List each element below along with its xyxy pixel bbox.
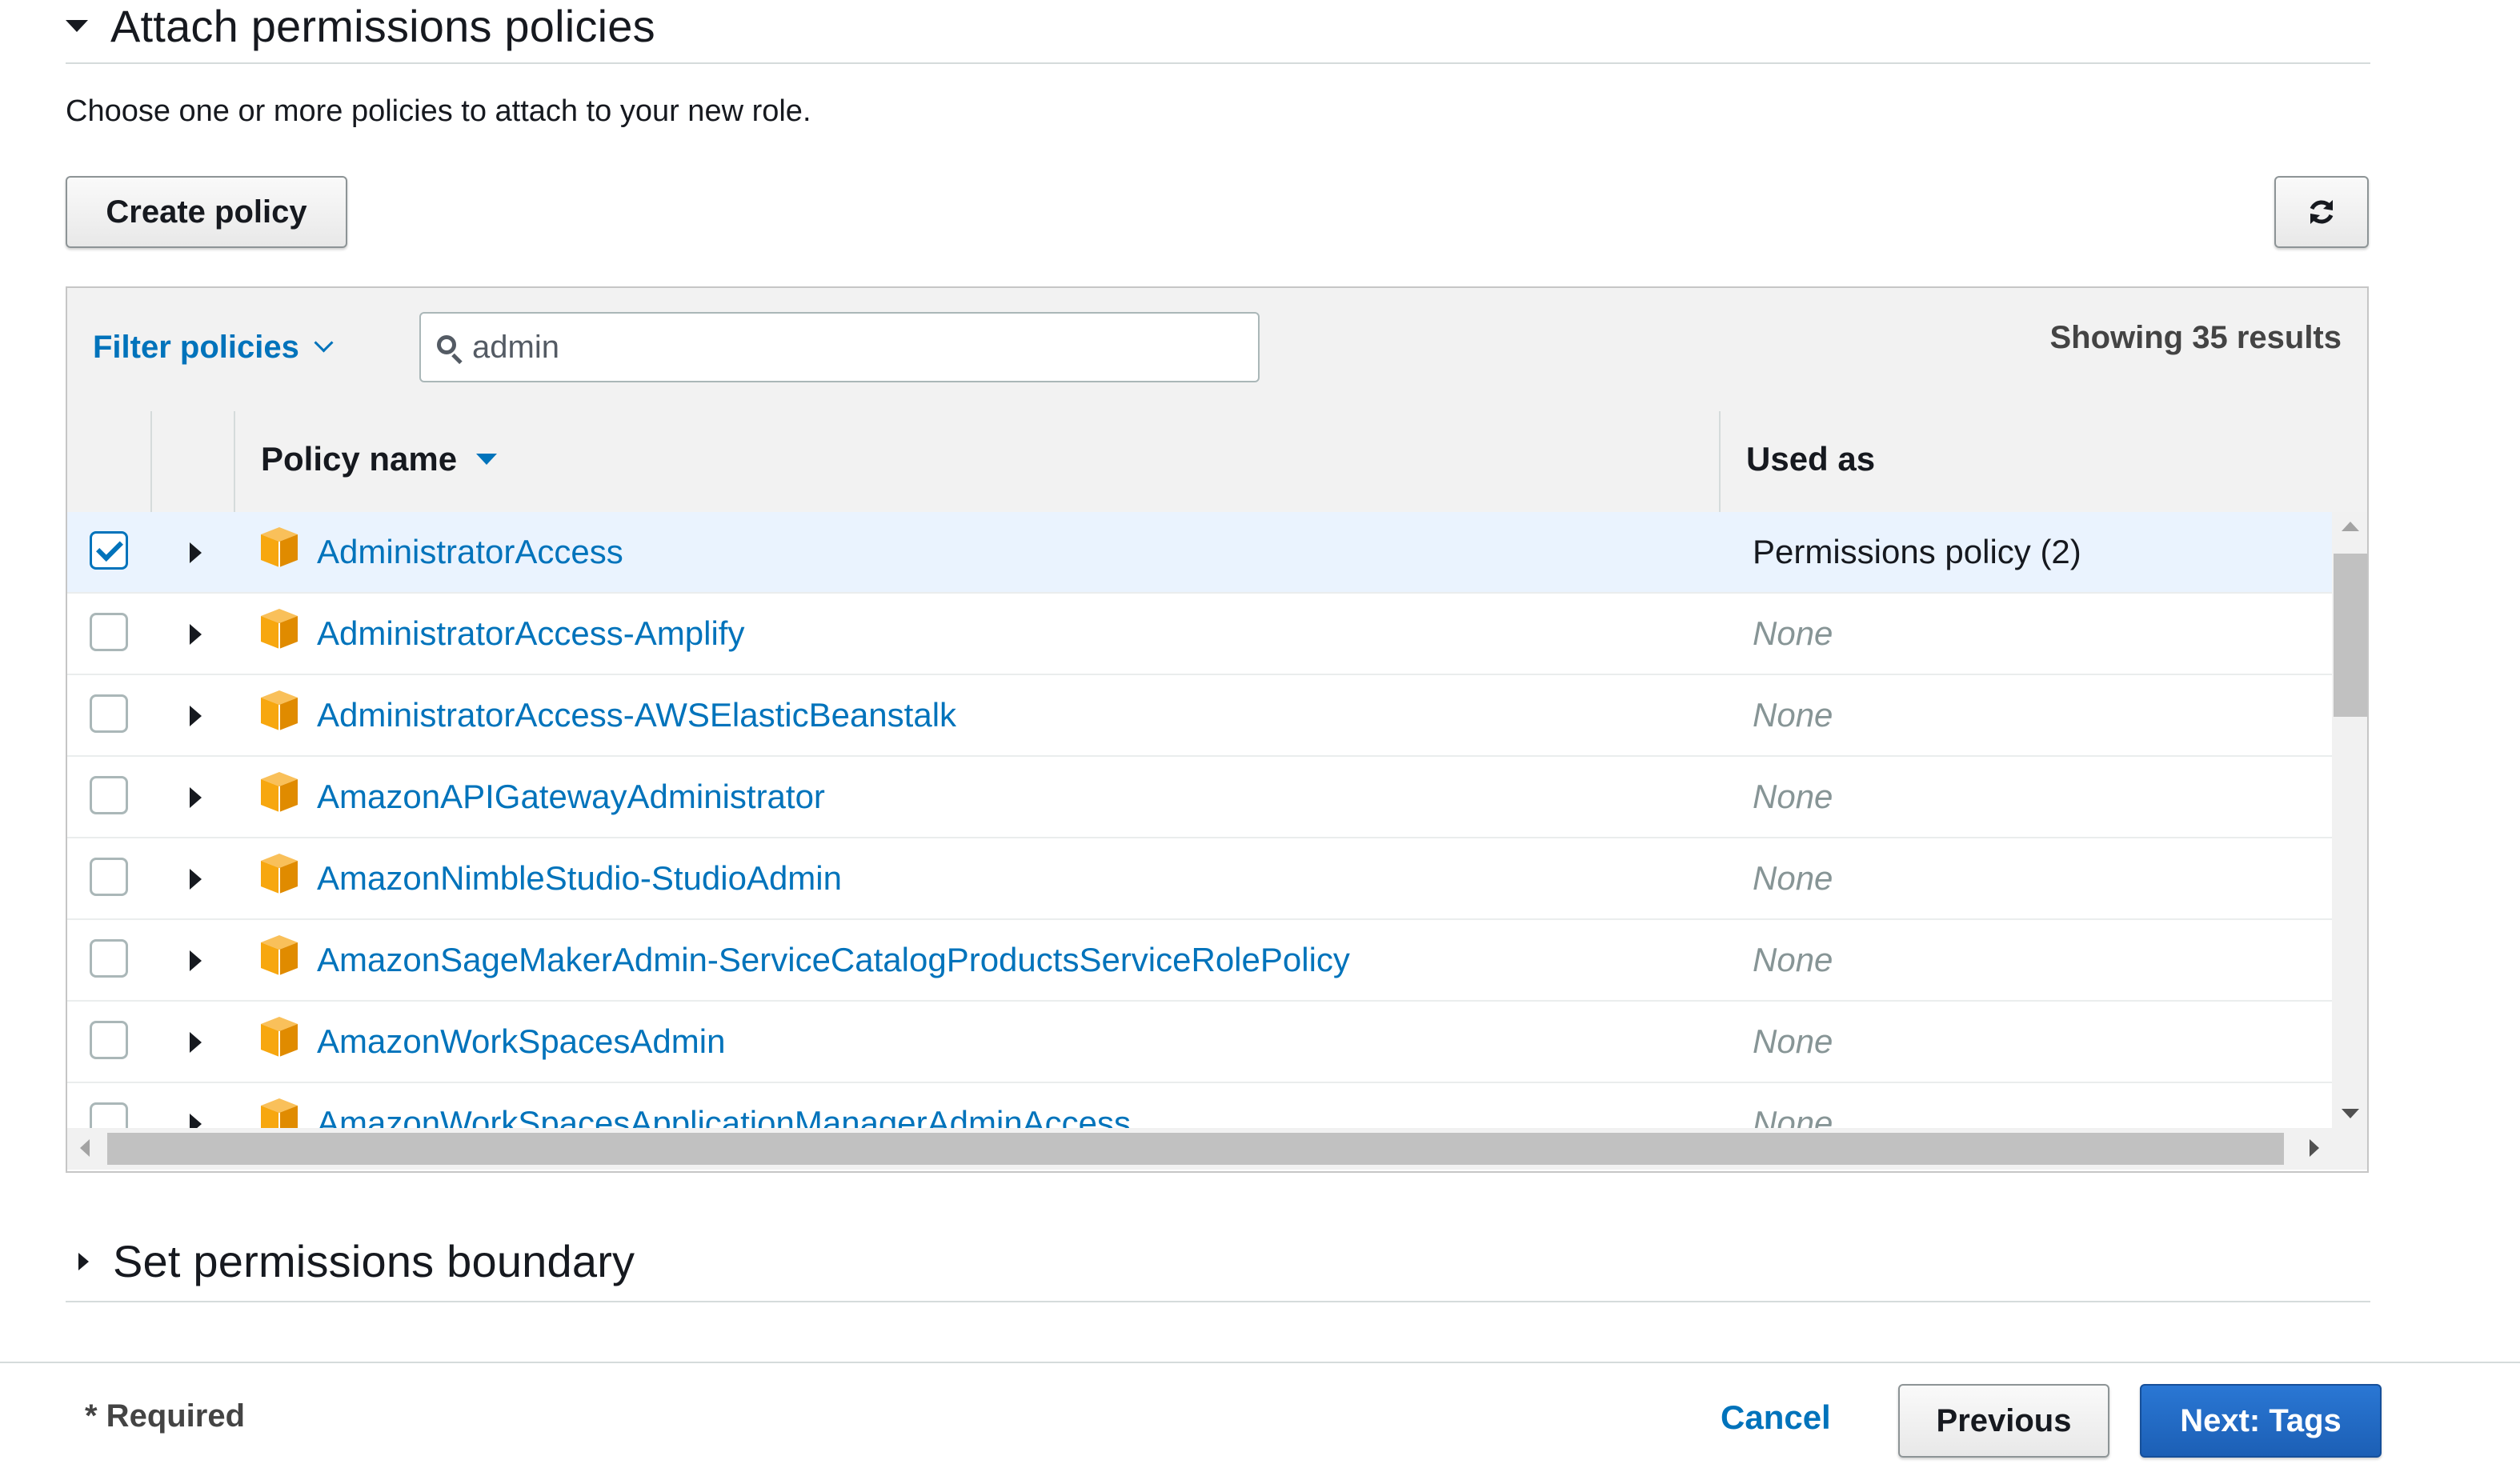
column-header-label: Policy name: [261, 440, 458, 478]
policy-name-link[interactable]: AmazonWorkSpacesApplicationManagerAdminA…: [317, 1104, 1131, 1128]
policies-table: Filter policies admin Showing 35 results…: [66, 286, 2369, 1173]
filter-policies-label: Filter policies: [93, 330, 299, 365]
policy-name-link[interactable]: AmazonSageMakerAdmin-ServiceCatalogProdu…: [317, 941, 1350, 979]
section-description: Choose one or more policies to attach to…: [66, 94, 811, 128]
expand-row-icon[interactable]: [190, 542, 202, 563]
create-policy-button[interactable]: Create policy: [66, 176, 347, 248]
row-checkbox[interactable]: [90, 776, 128, 814]
row-checkbox[interactable]: [90, 531, 128, 570]
policy-package-icon: [261, 854, 298, 894]
table-row[interactable]: AdministratorAccess-Amplify None: [67, 594, 2332, 675]
policy-package-icon: [261, 690, 298, 730]
policy-package-icon: [261, 609, 298, 649]
used-as-value: None: [1753, 859, 1833, 897]
section-title: Set permissions boundary: [113, 1236, 635, 1286]
scrollbar-thumb[interactable]: [2334, 554, 2367, 717]
policy-package-icon: [261, 935, 298, 975]
policy-package-icon: [261, 1017, 298, 1057]
column-header-policy-name[interactable]: Policy name: [261, 440, 498, 478]
table-row[interactable]: AmazonWorkSpacesAdmin None: [67, 1002, 2332, 1083]
row-checkbox[interactable]: [90, 858, 128, 896]
caret-right-icon: [78, 1252, 89, 1270]
column-divider: [1719, 411, 1721, 512]
used-as-value: None: [1753, 1022, 1833, 1060]
divider: [66, 1301, 2370, 1302]
row-checkbox[interactable]: [90, 694, 128, 733]
used-as-value: None: [1753, 614, 1833, 652]
next-tags-button[interactable]: Next: Tags: [2140, 1384, 2382, 1458]
chevron-down-icon: [314, 333, 334, 353]
expand-row-icon[interactable]: [190, 787, 202, 808]
policy-package-icon: [261, 527, 298, 567]
policy-name-link[interactable]: AdministratorAccess: [317, 533, 623, 571]
required-note: * Required: [85, 1398, 246, 1434]
used-as-value: None: [1753, 696, 1833, 734]
divider: [66, 62, 2370, 64]
scroll-right-icon[interactable]: [2310, 1139, 2319, 1157]
filter-policies-dropdown[interactable]: Filter policies: [93, 330, 334, 366]
filter-bar: Filter policies admin Showing 35 results: [67, 288, 2367, 413]
scroll-left-icon[interactable]: [80, 1139, 90, 1157]
previous-button[interactable]: Previous: [1898, 1384, 2109, 1458]
expand-row-icon[interactable]: [190, 624, 202, 645]
column-header-label: Used as: [1746, 440, 1876, 478]
search-input[interactable]: admin: [419, 312, 1260, 382]
scroll-down-icon[interactable]: [2342, 1109, 2359, 1118]
policy-package-icon: [261, 1098, 298, 1128]
table-row[interactable]: AmazonWorkSpacesApplicationManagerAdminA…: [67, 1083, 2332, 1128]
table-header: Policy name Used as: [67, 411, 2367, 514]
used-as-value: None: [1753, 778, 1833, 815]
refresh-icon: [2310, 200, 2334, 224]
expand-row-icon[interactable]: [190, 1114, 202, 1128]
column-divider: [234, 411, 235, 512]
table-body: AdministratorAccess Permissions policy (…: [67, 512, 2332, 1128]
column-divider: [150, 411, 152, 512]
expand-row-icon[interactable]: [190, 706, 202, 726]
used-as-value: None: [1753, 941, 1833, 978]
row-checkbox[interactable]: [90, 939, 128, 978]
policy-package-icon: [261, 772, 298, 812]
expand-row-icon[interactable]: [190, 869, 202, 890]
permissions-boundary-header[interactable]: Set permissions boundary: [66, 1235, 635, 1287]
cancel-link[interactable]: Cancel: [1721, 1398, 1831, 1437]
expand-row-icon[interactable]: [190, 1032, 202, 1053]
section-title: Attach permissions policies: [110, 1, 655, 51]
row-checkbox[interactable]: [90, 613, 128, 651]
policy-name-link[interactable]: AdministratorAccess-Amplify: [317, 614, 744, 653]
row-checkbox[interactable]: [90, 1021, 128, 1059]
results-count: Showing 35 results: [2049, 320, 2342, 355]
table-row[interactable]: AmazonNimbleStudio-StudioAdmin None: [67, 838, 2332, 920]
search-icon: [437, 335, 463, 365]
table-row[interactable]: AdministratorAccess-AWSElasticBeanstalk …: [67, 675, 2332, 757]
sort-descending-icon: [476, 454, 498, 465]
policy-name-link[interactable]: AmazonWorkSpacesAdmin: [317, 1022, 725, 1061]
vertical-scrollbar[interactable]: [2332, 512, 2367, 1128]
policy-name-link[interactable]: AmazonAPIGatewayAdministrator: [317, 778, 825, 816]
scrollbar-thumb[interactable]: [107, 1133, 2284, 1165]
row-checkbox[interactable]: [90, 1102, 128, 1128]
search-value[interactable]: admin: [472, 330, 559, 366]
column-header-used-as[interactable]: Used as: [1746, 440, 1875, 478]
refresh-button[interactable]: [2274, 176, 2369, 248]
policy-name-link[interactable]: AmazonNimbleStudio-StudioAdmin: [317, 859, 842, 898]
policy-name-link[interactable]: AdministratorAccess-AWSElasticBeanstalk: [317, 696, 956, 734]
footer-bar: * Required Cancel Previous Next: Tags: [0, 1362, 2520, 1472]
table-row[interactable]: AdministratorAccess Permissions policy (…: [67, 512, 2332, 594]
scrollbar-corner: [2332, 1128, 2367, 1170]
table-row[interactable]: AmazonSageMakerAdmin-ServiceCatalogProdu…: [67, 920, 2332, 1002]
used-as-value: None: [1753, 1104, 1833, 1128]
horizontal-scrollbar[interactable]: [67, 1128, 2332, 1170]
table-row[interactable]: AmazonAPIGatewayAdministrator None: [67, 757, 2332, 838]
used-as-value: Permissions policy (2): [1753, 533, 2081, 570]
scroll-up-icon[interactable]: [2342, 522, 2359, 531]
expand-row-icon[interactable]: [190, 950, 202, 971]
caret-down-icon: [66, 20, 88, 32]
attach-policies-header[interactable]: Attach permissions policies: [66, 0, 655, 52]
